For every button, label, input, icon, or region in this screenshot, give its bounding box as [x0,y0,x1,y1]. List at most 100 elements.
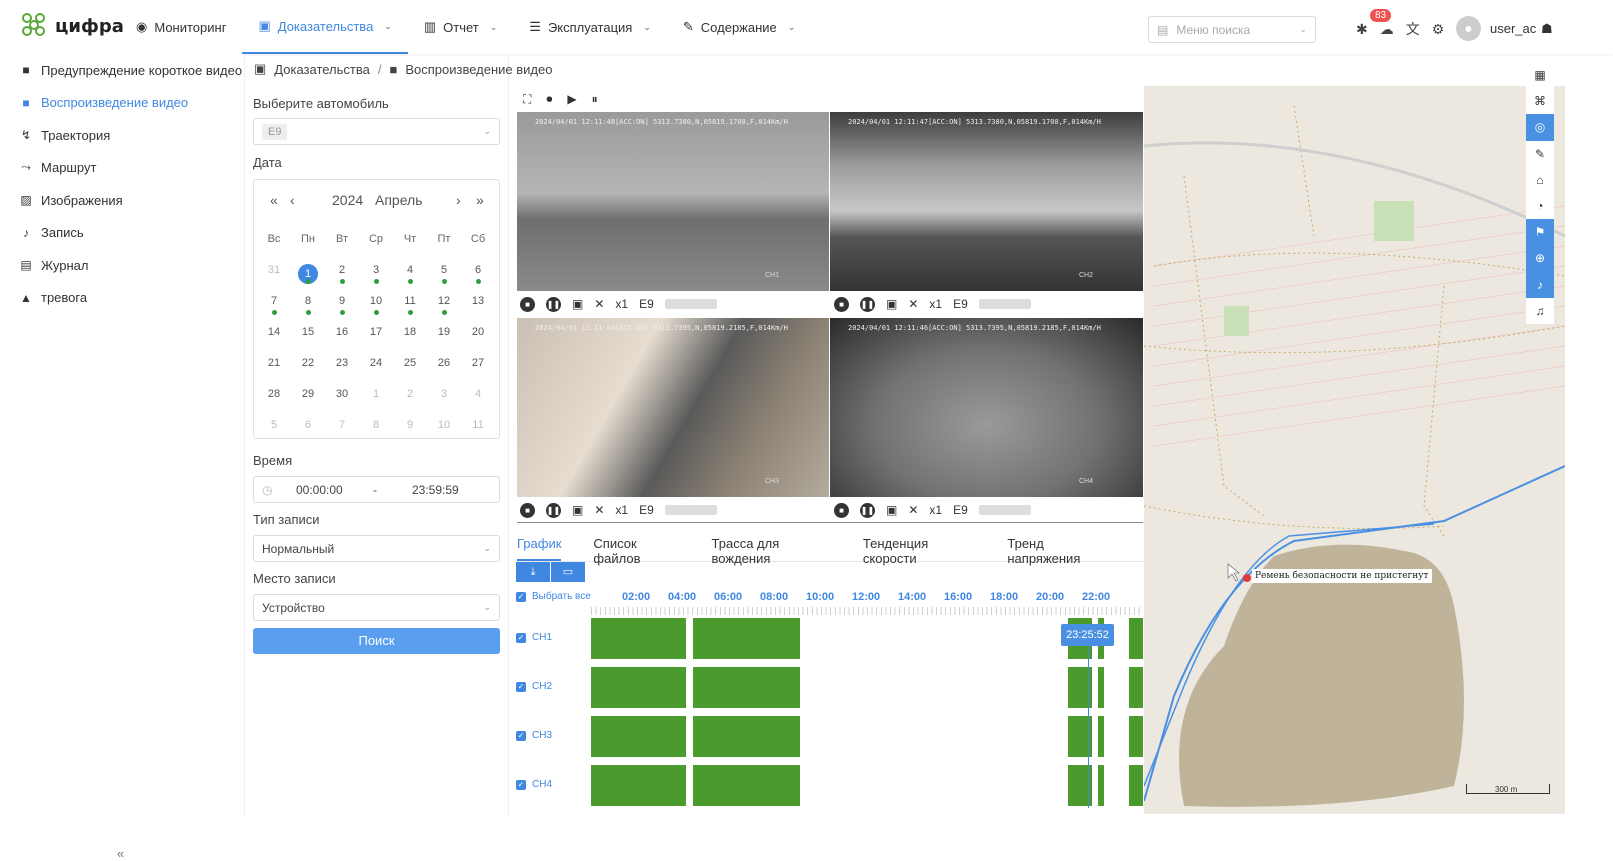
channel-checkbox[interactable]: ✓ CH1 [516,632,552,643]
sidebar-item-4[interactable]: ▨ Изображения [0,184,244,217]
play-all-icon[interactable]: ▶ [567,92,576,107]
recording-segment[interactable] [693,716,801,757]
calendar-day[interactable]: 17 [359,326,393,338]
playback-speed[interactable]: x1 [615,503,628,517]
route-tool-icon[interactable]: ⌘ [1526,88,1554,115]
search-button[interactable]: Поиск [253,628,500,654]
stop-icon[interactable]: ■ [520,502,535,518]
calendar-day[interactable]: 2 [393,388,427,400]
camera-icon[interactable]: ▣ [572,503,583,517]
sidebar-item-0[interactable]: ■ Предупреждение короткое видео [0,54,244,87]
calendar-day[interactable]: 9 [393,419,427,431]
select-all-checkbox[interactable]: ✓ Выбрать все [516,591,591,602]
mute-icon[interactable]: ✕ [908,297,918,311]
playback-speed[interactable]: x1 [929,503,942,517]
calendar-day[interactable]: 20 [461,326,495,338]
calendar-day[interactable]: 24 [359,357,393,369]
recording-segment[interactable] [591,765,686,806]
pause-icon[interactable]: ❚❚ [860,296,875,312]
alarm-icon[interactable]: ✱ [1356,21,1368,38]
nav-item-0[interactable]: ◉ Мониторинг [120,0,242,54]
calendar-day[interactable]: 6 [291,419,325,431]
recording-segment[interactable] [1098,765,1104,806]
prev-year-button[interactable]: « [270,192,278,208]
mute-icon[interactable]: ✕ [594,297,604,311]
bell-off-icon[interactable]: ♫ [1526,297,1554,324]
calendar-day[interactable]: 28 [257,388,291,400]
camera-icon[interactable]: ▣ [886,297,897,311]
calendar-day[interactable]: 3 [359,264,393,276]
recording-segment[interactable] [591,618,686,659]
pause-icon[interactable]: ❚❚ [546,296,561,312]
tab-0[interactable]: График [517,530,562,561]
folder-icon[interactable]: ▭ [551,562,585,582]
calendar-day[interactable]: 26 [427,357,461,369]
calendar-day[interactable]: 13 [461,295,495,307]
nav-item-1[interactable]: ▣ Доказательства ⌄ [242,0,408,54]
playback-speed[interactable]: x1 [615,297,628,311]
collapse-sidebar-button[interactable]: « [117,846,124,861]
user-menu-icon[interactable]: ☗ [1541,21,1553,37]
calendar-day[interactable]: 31 [257,264,291,276]
time-start[interactable]: 00:00:00 [296,483,343,497]
recording-segment[interactable] [1129,618,1143,659]
video-ch3[interactable]: 2024/04/01 12:11:46[ACC:ON] 5313.7395,N,… [517,318,829,497]
tab-4[interactable]: Тренд напряжения [1007,530,1111,566]
download-icon[interactable]: ⤓ [516,562,550,582]
video-ch4[interactable]: 2024/04/01 12:11:46[ACC:ON] 5313.7395,N,… [830,318,1143,497]
calendar-day[interactable]: 9 [325,295,359,307]
tab-2[interactable]: Трасса для вождения [712,530,831,566]
calendar-day[interactable]: 11 [393,295,427,307]
sidebar-item-6[interactable]: ▤ Журнал [0,249,244,282]
nav-item-3[interactable]: ☰ Эксплуатация ⌄ [513,0,667,54]
nav-item-4[interactable]: ✎ Содержание ⌄ [667,0,811,54]
video-ch1[interactable]: 2024/04/01 12:11:48[ACC:ON] 5313.7380,N,… [517,112,829,291]
playback-speed[interactable]: x1 [929,297,942,311]
pause-all-icon[interactable]: ⏸ [592,92,598,107]
next-month-button[interactable]: › [456,192,461,208]
calendar-day[interactable]: 5 [427,264,461,276]
calendar-day[interactable]: 3 [427,388,461,400]
timeline-cursor[interactable] [1088,646,1089,808]
plus-circle-icon[interactable]: ⊕ [1526,245,1554,272]
calendar-day[interactable]: 6 [461,264,495,276]
fullscreen-icon[interactable]: ⛶ [523,92,531,107]
pause-icon[interactable]: ❚❚ [546,502,561,518]
camera-icon[interactable]: ▣ [572,297,583,311]
calendar-day[interactable]: 30 [325,388,359,400]
signal-icon[interactable]: ◔ [1526,192,1554,220]
recording-segment[interactable] [1129,716,1143,757]
pause-icon[interactable]: ❚❚ [860,502,875,518]
next-year-button[interactable]: » [476,192,484,208]
calendar-day[interactable]: 10 [359,295,393,307]
tab-3[interactable]: Тенденция скорости [863,530,976,566]
recording-segment[interactable] [1129,765,1143,806]
stop-all-icon[interactable]: ⏺ [546,92,552,107]
recording-segment[interactable] [693,765,801,806]
recording-segment[interactable] [591,667,686,708]
sidebar-item-3[interactable]: ⤳ Маршрут [0,152,244,185]
breadcrumb-root[interactable]: Доказательства [274,62,370,77]
map[interactable] [1144,86,1565,814]
calendar-day[interactable]: 21 [257,357,291,369]
recording-segment[interactable] [1098,667,1104,708]
stop-icon[interactable]: ■ [834,296,849,312]
mute-icon[interactable]: ✕ [908,503,918,517]
time-end[interactable]: 23:59:59 [412,483,459,497]
sidebar-item-2[interactable]: ↯ Траектория [0,119,244,152]
calendar-day[interactable]: 27 [461,357,495,369]
calendar-day[interactable]: 1 [359,388,393,400]
calendar-day[interactable]: 11 [461,419,495,431]
logo[interactable]: цифра [22,13,124,40]
avatar[interactable]: ● [1456,16,1481,41]
recording-segment[interactable] [591,716,686,757]
calendar-day[interactable]: 18 [393,326,427,338]
calendar-day[interactable]: 19 [427,326,461,338]
nav-item-2[interactable]: ▥ Отчет ⌄ [408,0,513,54]
search-menu[interactable]: ▤ Меню поиска ⌄ [1148,16,1316,43]
map-alert-label[interactable]: Ремень безопасности не пристегнут [1252,569,1432,583]
mute-icon[interactable]: ✕ [594,503,604,517]
calendar-day[interactable]: 8 [291,295,325,307]
calendar-day[interactable]: 12 [427,295,461,307]
recording-segment[interactable] [1098,716,1104,757]
